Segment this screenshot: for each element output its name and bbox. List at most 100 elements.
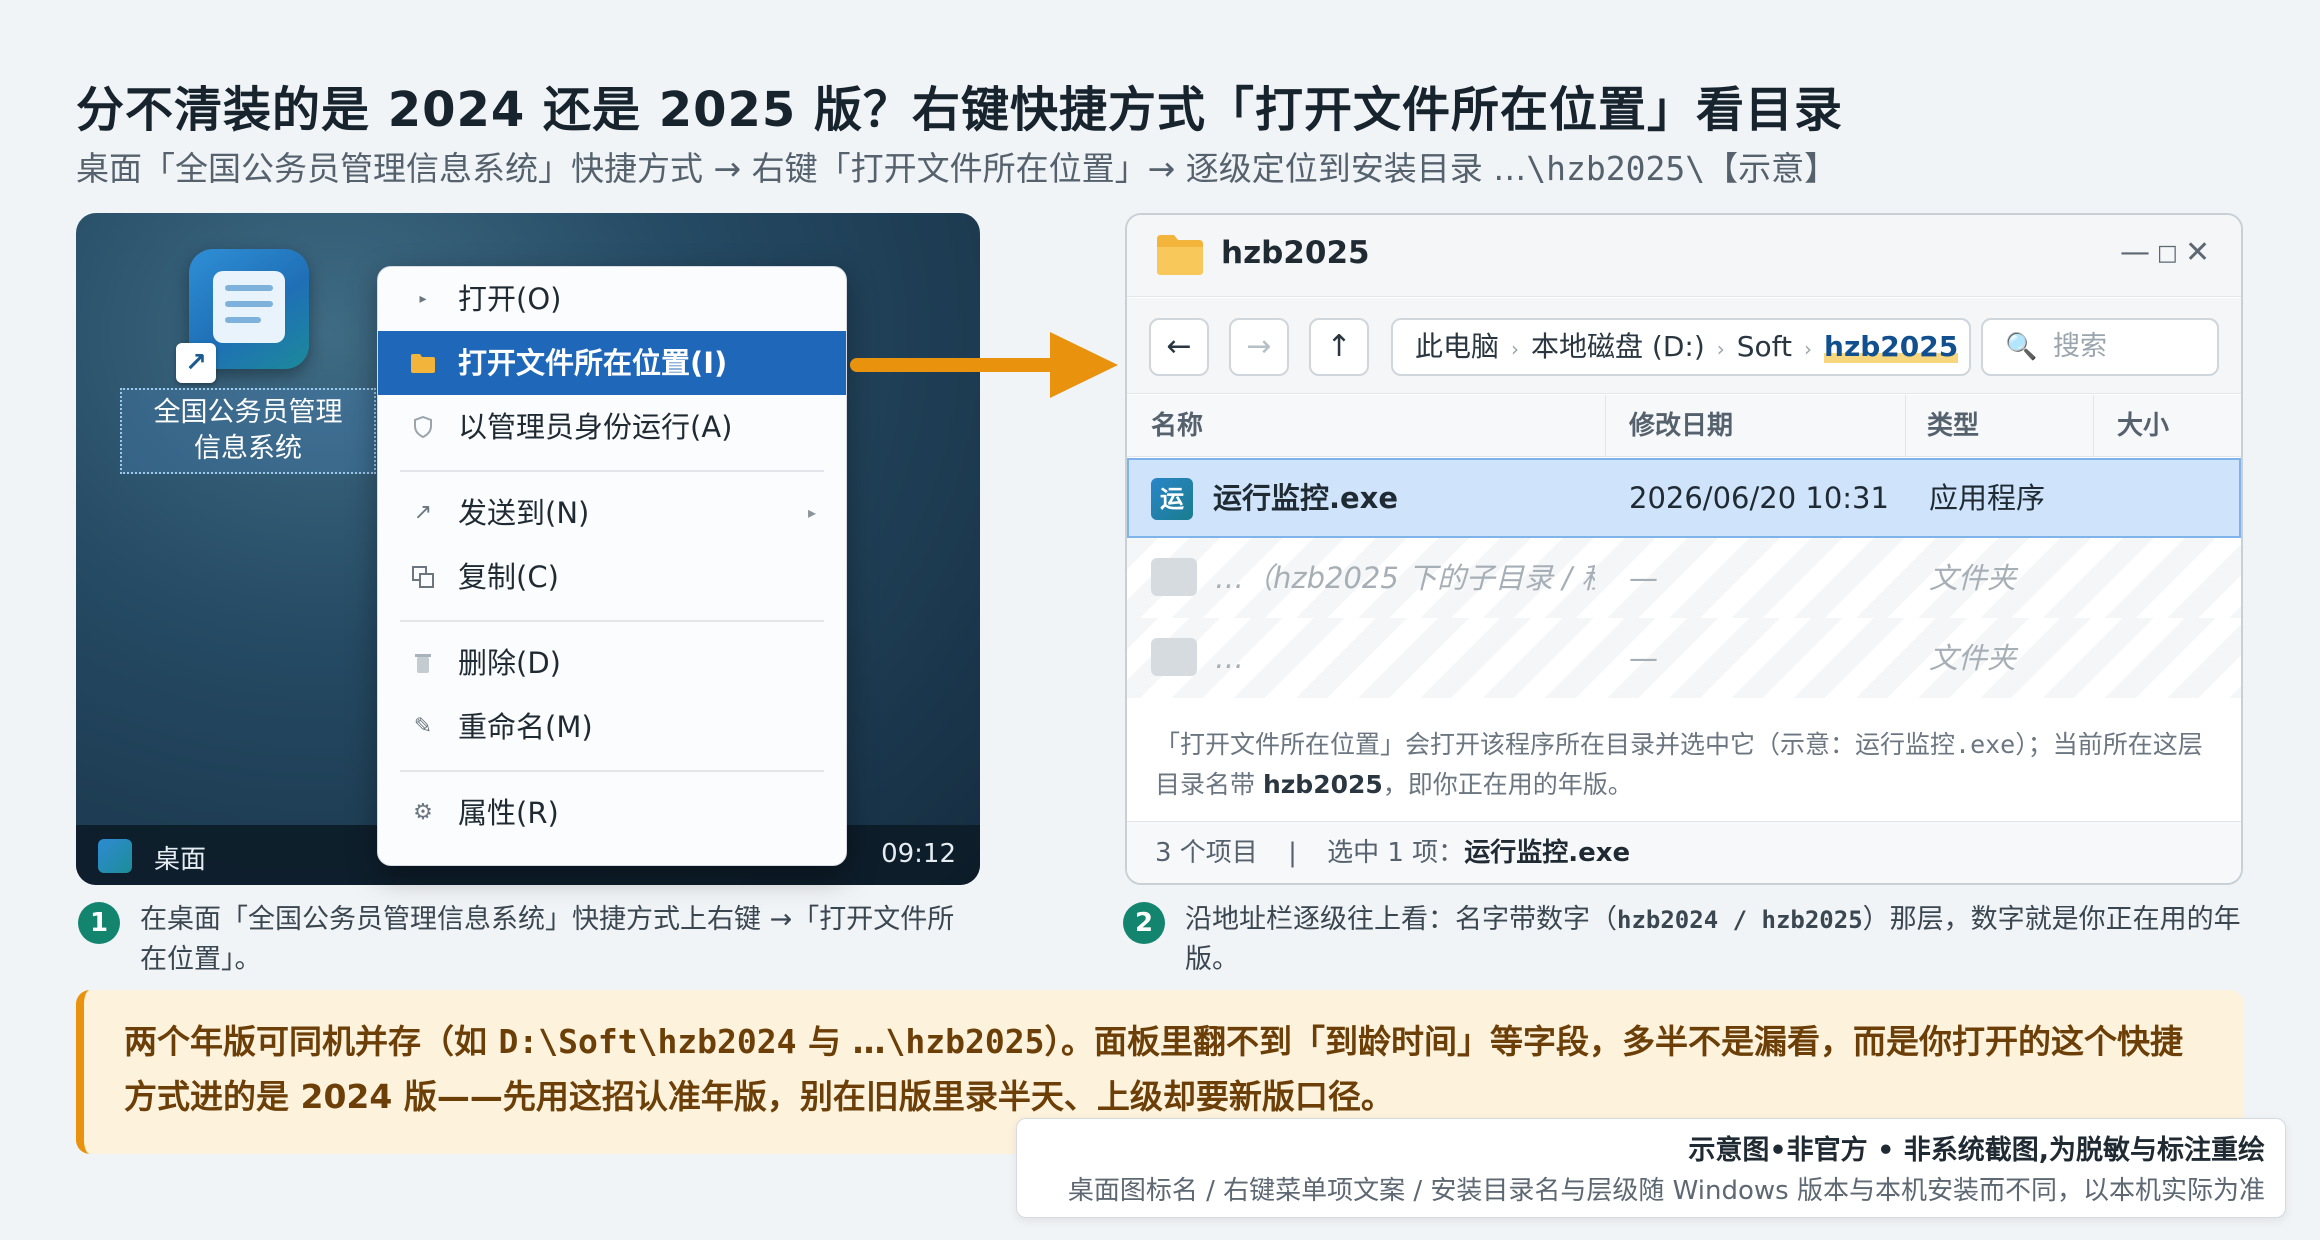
search-placeholder: 搜索: [2053, 331, 2107, 362]
breadcrumb-chevron-icon: ›: [1804, 337, 1813, 361]
menu-item-label: 复制(C): [458, 560, 559, 594]
address-bar[interactable]: 此电脑 › 本地磁盘 (D:) › Soft › hzb2025: [1391, 318, 1971, 376]
gear-icon: ⚙: [413, 800, 433, 825]
step-text: 在位置」。: [140, 944, 262, 975]
callout-text: ）。面板里翻不到「到龄时间」等字段，多半不是漏看，而是你打开的这个快捷: [1044, 1022, 2183, 1061]
menu-divider: [400, 470, 824, 472]
menu-divider: [400, 770, 824, 772]
file-type: 文件夹: [1929, 641, 2017, 675]
folder-icon: [408, 331, 438, 398]
file-date: —: [1629, 641, 1658, 675]
column-size[interactable]: 大小: [2117, 395, 2169, 457]
column-name[interactable]: 名称: [1151, 395, 1203, 457]
menu-item-open-file-location[interactable]: 打开文件所在位置(I): [378, 331, 846, 395]
status-separator: |: [1288, 838, 1297, 868]
menu-item-label: 打开(O): [458, 282, 562, 316]
forward-button[interactable]: →: [1229, 318, 1289, 376]
step-1-caption: 1 在桌面「全国公务员管理信息系统」快捷方式上右键 →「打开文件所 在位置」。: [78, 900, 978, 990]
desktop-icon-label[interactable]: 全国公务员管理 信息系统: [120, 388, 376, 474]
file-type: 文件夹: [1929, 561, 2017, 595]
callout-path: D:\Soft\hzb2024: [498, 1022, 797, 1061]
taskbar-label: 桌面: [154, 845, 207, 875]
file-name: …: [1215, 641, 1244, 675]
note-text: ，即你正在用的年版。: [1382, 770, 1633, 799]
menu-item-send-to[interactable]: ↗ 发送到(N) ▸: [378, 481, 846, 545]
step-text: 沿地址栏逐级往上看：名字带数字（: [1185, 904, 1617, 935]
column-date[interactable]: 修改日期: [1629, 395, 1733, 457]
taskbar-app-icon[interactable]: [98, 839, 132, 873]
pencil-icon: ✎: [413, 714, 433, 739]
exe-app-icon: 运: [1151, 478, 1193, 520]
trash-icon: [408, 631, 438, 700]
table-row[interactable]: 运 运行监控.exe 2026/06/20 10:31 应用程序: [1127, 458, 2241, 538]
step-text: 版。: [1185, 944, 1239, 975]
file-type: 应用程序: [1929, 481, 2046, 515]
search-input[interactable]: 🔍 搜索: [1981, 318, 2219, 376]
menu-item-label: 以管理员身份运行(A): [458, 410, 733, 444]
menu-item-label: 重命名(M): [458, 710, 593, 744]
step-text: 在桌面「全国公务员管理信息系统」快捷方式上右键 →「打开文件所: [140, 904, 955, 935]
note-exe: 运行监控.exe: [1855, 730, 2016, 759]
column-type[interactable]: 类型: [1927, 395, 1979, 457]
menu-item-label: 属性(R): [458, 796, 559, 830]
breadcrumb-soft[interactable]: Soft: [1737, 330, 1792, 363]
menu-item-delete[interactable]: 删除(D): [378, 631, 846, 695]
status-count: 3 个项目: [1155, 838, 1258, 868]
explorer-navbar: ← → ↑ 此电脑 › 本地磁盘 (D:) › Soft › hzb2025 🔍 搜索: [1127, 298, 2241, 394]
folder-placeholder-icon: [1151, 558, 1197, 596]
menu-item-label: 发送到(N): [458, 496, 590, 530]
send-arrow-icon: ↗: [413, 500, 433, 525]
subtitle-tag: 【示意】: [1705, 149, 1838, 188]
breadcrumb-current[interactable]: hzb2025: [1824, 330, 1959, 363]
menu-divider: [400, 620, 824, 622]
status-selected: 选中 1 项：: [1327, 838, 1465, 868]
menu-item-copy[interactable]: 复制(C): [378, 545, 846, 609]
step-number-badge: 2: [1123, 902, 1165, 944]
table-row[interactable]: … — 文件夹: [1127, 618, 2241, 698]
breadcrumb-chevron-icon: ›: [1511, 337, 1520, 361]
play-icon: ▸: [419, 291, 427, 307]
breadcrumb-local-disk[interactable]: 本地磁盘 (D:): [1531, 330, 1705, 363]
callout-text: 两个年版可同机并存（如: [124, 1022, 499, 1061]
menu-item-label: 打开文件所在位置(I): [458, 346, 728, 380]
taskbar-clock: 09:12: [881, 839, 956, 869]
file-name: …（hzb2025 下的子目录 / 程序文件）: [1215, 561, 1595, 595]
connector-arrow-icon: [850, 332, 1118, 398]
step-number-badge: 1: [78, 902, 120, 944]
menu-item-rename[interactable]: ✎ 重命名(M): [378, 695, 846, 759]
menu-item-open[interactable]: ▸ 打开(O): [378, 267, 846, 331]
search-icon: 🔍: [2005, 332, 2038, 362]
callout-path: \hzb2025: [885, 1022, 1045, 1061]
file-date: —: [1629, 561, 1658, 595]
back-button[interactable]: ←: [1149, 318, 1209, 376]
explorer-titlebar: hzb2025 — □ ✕: [1127, 215, 2241, 297]
table-row[interactable]: …（hzb2025 下的子目录 / 程序文件） — 文件夹: [1127, 538, 2241, 618]
step-2-caption: 2 沿地址栏逐级往上看：名字带数字（hzb2024 / hzb2025）那层，数…: [1123, 900, 2253, 990]
shortcut-arrow-icon: ↗: [176, 343, 216, 383]
breadcrumb-this-pc[interactable]: 此电脑: [1415, 330, 1499, 363]
menu-item-label: 删除(D): [458, 646, 561, 680]
document-glyph: [213, 271, 285, 343]
context-menu: ▸ 打开(O) 打开文件所在位置(I) 以管理员身份运行(A) ↗ 发送到(N)…: [377, 266, 847, 866]
page-subtitle: 桌面「全国公务员管理信息系统」快捷方式 → 右键「打开文件所在位置」→ 逐级定位…: [76, 142, 1837, 190]
up-button[interactable]: ↑: [1309, 318, 1369, 376]
minimize-button[interactable]: —: [2120, 235, 2150, 270]
subtitle-text: 桌面「全国公务员管理信息系统」快捷方式 → 右键「打开文件所在位置」→ 逐级定位…: [76, 149, 1527, 188]
callout-text: 方式进的是 2024 版——先用这招认准年版，别在旧版里录半天、上级却要新版口径…: [124, 1077, 1394, 1116]
explorer-note: 「打开文件所在位置」会打开该程序所在目录并选中它（示意：运行监控.exe）；当前…: [1155, 725, 2225, 805]
maximize-button[interactable]: □: [2157, 241, 2178, 266]
desktop-icon-label-text: 全国公务员管理 信息系统: [153, 397, 343, 464]
menu-item-properties[interactable]: ⚙ 属性(R): [378, 781, 846, 845]
menu-item-run-as-admin[interactable]: 以管理员身份运行(A): [378, 395, 846, 459]
folder-placeholder-icon: [1151, 638, 1197, 676]
callout-text: 与 …: [796, 1022, 886, 1061]
step-text: ）那层，数字就是你正在用的年: [1862, 904, 2241, 935]
column-header: 名称 修改日期 类型 大小: [1127, 395, 2241, 457]
close-button[interactable]: ✕: [2185, 235, 2210, 270]
status-bar: 3 个项目 | 选中 1 项：运行监控.exe: [1127, 821, 2241, 883]
explorer-window: hzb2025 — □ ✕ ← → ↑ 此电脑 › 本地磁盘 (D:) › Soft › h…: [1125, 213, 2243, 885]
disclaimer-box: 示意图•非官方 • 非系统截图,为脱敏与标注重绘 桌面图标名 / 右键菜单项文案…: [1016, 1118, 2286, 1218]
folder-icon: [1157, 235, 1203, 275]
disclaimer-title: 示意图•非官方 • 非系统截图,为脱敏与标注重绘: [1688, 1135, 2265, 1166]
disclaimer-text: 桌面图标名 / 右键菜单项文案 / 安装目录名与层级随 Windows 版本与本…: [1067, 1176, 2265, 1206]
